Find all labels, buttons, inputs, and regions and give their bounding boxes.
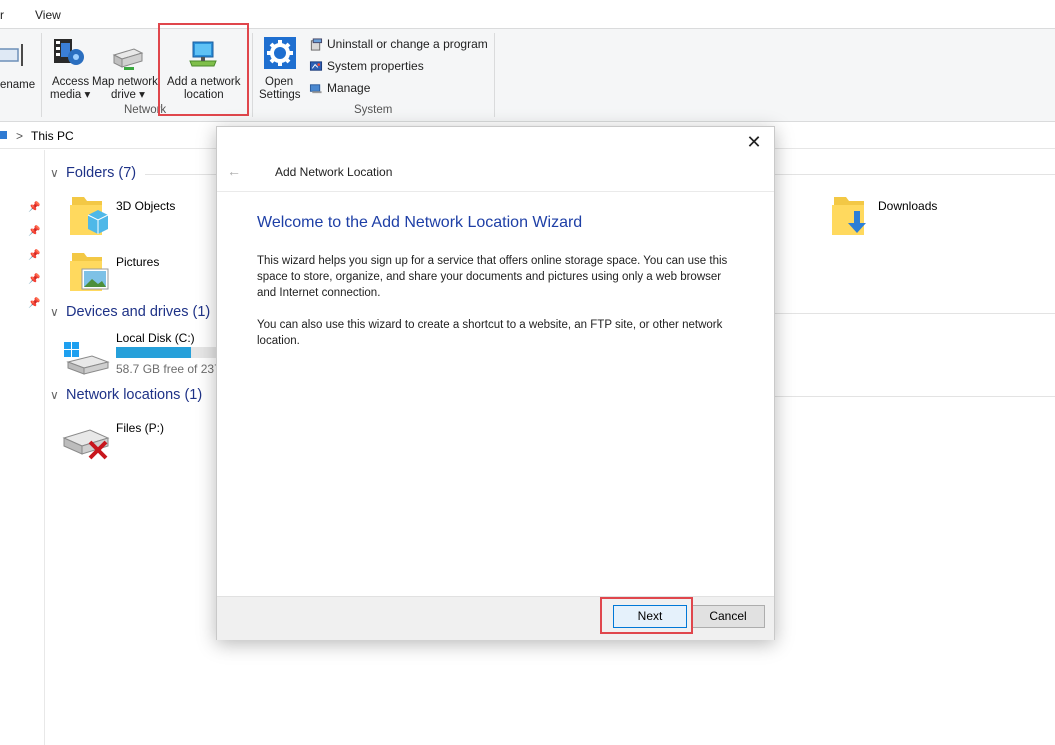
drive-usage-bar [116, 347, 216, 358]
folder-downloads[interactable]: Downloads [830, 193, 970, 241]
system-properties-label: System properties [327, 59, 424, 73]
network-item-label: Files (P:) [116, 421, 164, 435]
uninstall-label: Uninstall or change a program [327, 37, 488, 51]
system-properties-button[interactable]: System properties [309, 59, 429, 75]
add-network-location-dialog: ✕ ← Add Network Location Welcome to the … [216, 126, 775, 640]
manage-label: Manage [327, 81, 371, 95]
tab-computer[interactable]: r [0, 8, 4, 22]
system-properties-icon [309, 61, 323, 71]
section-divider [773, 174, 1055, 175]
navigation-pane: 📌 📌 📌 📌 📌 [0, 150, 45, 745]
drive-usage-fill [116, 347, 191, 358]
folder-pictures[interactable]: Pictures [68, 249, 216, 297]
map-network-drive-button[interactable]: Map network drive ▾ [92, 33, 160, 101]
system-group-label: System [354, 104, 393, 116]
3d-objects-folder-icon [70, 197, 109, 235]
devices-section-header[interactable]: ∨ Devices and drives (1) [50, 304, 210, 320]
access-media-label-2: media ▾ [50, 89, 91, 101]
next-button-highlight [600, 597, 693, 634]
pin-icon: 📌 [28, 226, 41, 237]
item-label: Pictures [116, 255, 160, 269]
cancel-button[interactable]: Cancel [691, 605, 765, 628]
media-icon [54, 39, 84, 65]
section-divider [773, 396, 1055, 397]
manage-button[interactable]: Manage [309, 81, 379, 97]
pc-icon [0, 131, 7, 139]
pictures-folder-icon [70, 253, 109, 291]
open-settings-label-1: Open [265, 76, 294, 88]
item-label: Downloads [878, 199, 938, 213]
local-disk-c[interactable]: Local Disk (C:) 58.7 GB free of 237 [62, 330, 221, 378]
item-label: 3D Objects [116, 199, 176, 213]
access-media-label-1: Access [52, 76, 90, 88]
dialog-header-divider [217, 191, 774, 192]
wizard-description-2: You can also use this wizard to create a… [257, 319, 723, 347]
back-arrow-icon: ← [227, 163, 241, 179]
pin-icon: 📌 [28, 274, 41, 285]
folders-section-header[interactable]: ∨ Folders (7) [50, 165, 136, 181]
dialog-title: Add Network Location [275, 165, 393, 179]
windows-drive-icon [64, 342, 110, 375]
add-location-highlight [158, 23, 249, 116]
pin-icon: 📌 [28, 202, 41, 213]
tab-view[interactable]: View [35, 8, 61, 22]
group-separator [252, 33, 253, 117]
group-separator [494, 33, 495, 117]
close-button[interactable]: ✕ [742, 131, 766, 153]
network-drive-icon [112, 48, 144, 70]
rename-button[interactable]: ename [0, 37, 36, 97]
manage-icon [309, 84, 322, 94]
chevron-down-icon: ∨ [50, 166, 59, 180]
folders-header-label: Folders (7) [66, 165, 137, 181]
open-settings-button[interactable]: Open Settings [256, 33, 304, 101]
chevron-down-icon: ∨ [50, 305, 59, 319]
devices-header-label: Devices and drives (1) [66, 304, 211, 320]
access-media-button[interactable]: Access media ▾ [46, 33, 91, 101]
drive-name: Local Disk (C:) [116, 331, 195, 345]
section-divider [145, 174, 217, 175]
gear-icon [264, 37, 296, 69]
map-drive-label-1: Map network [92, 76, 158, 88]
uninstall-program-button[interactable]: Uninstall or change a program [309, 37, 489, 53]
network-header-label: Network locations (1) [66, 387, 203, 403]
downloads-folder-icon [832, 197, 866, 235]
drive-free-space: 58.7 GB free of 237 [116, 362, 221, 376]
folder-3d-objects[interactable]: 3D Objects [68, 193, 216, 241]
group-separator [41, 33, 42, 117]
uninstall-icon [310, 38, 323, 51]
disconnected-drive-icon [62, 429, 110, 460]
close-icon: ✕ [746, 132, 762, 152]
map-drive-label-2: drive ▾ [111, 89, 145, 101]
rename-label: ename [0, 79, 36, 91]
rename-icon [0, 44, 23, 66]
section-divider [773, 313, 1055, 314]
wizard-heading: Welcome to the Add Network Location Wiza… [257, 214, 583, 231]
breadcrumb-this-pc[interactable]: This PC [31, 129, 74, 143]
back-button[interactable]: ← [227, 163, 241, 179]
chevron-down-icon: ∨ [50, 388, 59, 402]
network-locations-section-header[interactable]: ∨ Network locations (1) [50, 387, 202, 403]
breadcrumb-separator: > [16, 129, 24, 143]
wizard-description: This wizard helps you sign up for a serv… [257, 255, 728, 299]
pin-icon: 📌 [28, 250, 41, 261]
open-settings-label-2: Settings [259, 89, 301, 101]
pin-icon: 📌 [28, 298, 41, 309]
network-drive-files-p[interactable]: Files (P:) [62, 420, 216, 464]
